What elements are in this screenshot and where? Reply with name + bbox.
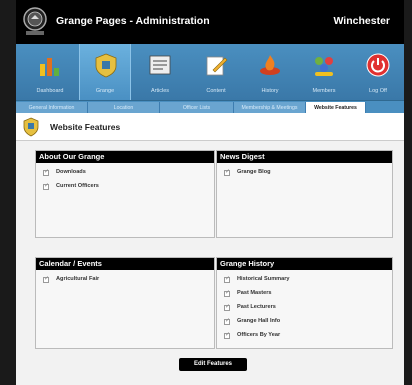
nav-label-dashboard: Dashboard: [36, 88, 64, 94]
feature-label: Agricultural Fair: [56, 276, 100, 282]
feature-checkbox[interactable]: [43, 275, 49, 283]
feature-label: Downloads: [56, 169, 86, 175]
feature-row[interactable]: Past Lecturers: [217, 302, 392, 316]
panel-title: Calendar / Events: [36, 258, 214, 270]
grange-seal-icon: [23, 7, 47, 35]
nav-dashboard[interactable]: Dashboard: [24, 44, 76, 100]
feature-checkbox[interactable]: [43, 168, 49, 176]
feature-row[interactable]: Historical Summary: [217, 274, 392, 288]
nav-label-history: History: [261, 88, 279, 94]
panel-about-our-grange: About Our Grange Downloads Current Offic…: [35, 150, 215, 238]
feature-row[interactable]: Grange Hall Info: [217, 316, 392, 330]
nav-label-articles: Articles: [150, 88, 170, 94]
feature-row[interactable]: Agricultural Fair: [36, 274, 214, 288]
members-icon: [315, 57, 333, 76]
feature-label: Past Masters: [237, 290, 272, 296]
page-title: Website Features: [50, 122, 121, 132]
feature-label: Grange Hall Info: [237, 318, 281, 324]
feature-checkbox[interactable]: [224, 275, 230, 283]
nav-content[interactable]: Content: [190, 44, 242, 100]
section-tabs: General Information Location Officer Lis…: [16, 100, 404, 114]
feature-checkbox[interactable]: [224, 168, 230, 176]
nav-label-content: Content: [206, 88, 226, 94]
feature-label: Historical Summary: [237, 276, 290, 282]
nav-log-off[interactable]: Log Off: [352, 44, 404, 100]
nav-label-grange: Grange: [95, 88, 115, 94]
feature-row[interactable]: Current Officers: [36, 181, 214, 195]
grange-icon: [95, 53, 117, 78]
nav-history[interactable]: History: [244, 44, 296, 100]
feature-checkbox[interactable]: [224, 303, 230, 311]
feature-checkbox[interactable]: [224, 331, 230, 339]
feature-label: Current Officers: [56, 183, 99, 189]
user-name[interactable]: Winchester: [333, 15, 390, 27]
feature-row[interactable]: Officers By Year: [217, 330, 392, 344]
feature-checkbox[interactable]: [224, 289, 230, 297]
edit-features-button[interactable]: Edit Features: [179, 358, 247, 371]
nav-grange[interactable]: Grange: [79, 44, 131, 100]
main-nav: Dashboard Grange Articles Content Histor…: [16, 44, 404, 100]
panel-calendar-events: Calendar / Events Agricultural Fair: [35, 257, 215, 349]
articles-icon: [149, 55, 171, 75]
grange-badge-icon: [23, 117, 39, 137]
panel-title: About Our Grange: [36, 151, 214, 163]
dashboard-icon: [40, 58, 59, 76]
feature-checkbox[interactable]: [224, 317, 230, 325]
panel-title: Grange History: [217, 258, 392, 270]
feature-checkbox[interactable]: [43, 182, 49, 190]
page-header: Website Features: [16, 113, 404, 141]
content-icon: [206, 56, 228, 76]
feature-row[interactable]: Downloads: [36, 167, 214, 181]
panel-title: News Digest: [217, 151, 392, 163]
app-title: Grange Pages - Administration: [56, 15, 210, 27]
nav-articles[interactable]: Articles: [134, 44, 186, 100]
feature-row[interactable]: Grange Blog: [217, 167, 392, 181]
nav-label-log-off: Log Off: [369, 88, 387, 94]
power-icon: [366, 53, 390, 77]
feature-label: Past Lecturers: [237, 304, 276, 310]
panel-grange-history: Grange History Historical Summary Past M…: [216, 257, 393, 349]
feature-label: Grange Blog: [237, 169, 271, 175]
admin-window: Grange Pages - Administration Winchester…: [16, 0, 404, 385]
feature-row[interactable]: Past Masters: [217, 288, 392, 302]
top-bar: Grange Pages - Administration Winchester: [16, 0, 404, 44]
nav-members[interactable]: Members: [298, 44, 350, 100]
content-area: About Our Grange Downloads Current Offic…: [16, 141, 404, 385]
panel-news-digest: News Digest Grange Blog: [216, 150, 393, 238]
nav-label-members: Members: [312, 88, 336, 94]
history-icon: [260, 55, 280, 75]
feature-label: Officers By Year: [237, 332, 281, 338]
